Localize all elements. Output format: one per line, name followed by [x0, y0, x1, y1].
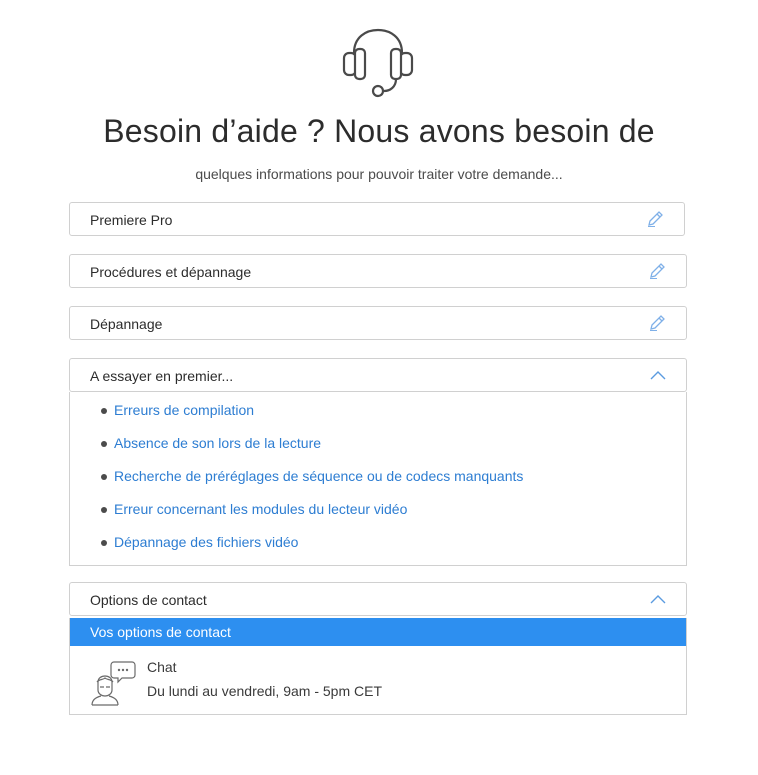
contact-options-bar: Vos options de contact	[70, 618, 686, 646]
page-title: Besoin d’aide ? Nous avons besoin de	[103, 113, 655, 149]
chat-option-hours: Du lundi au vendredi, 9am - 5pm CET	[147, 683, 382, 699]
list-item: Erreur concernant les modules du lecteur…	[101, 501, 407, 521]
bullet	[101, 441, 107, 447]
product-field[interactable]: Premiere Pro	[69, 202, 685, 236]
topic-field[interactable]: Dépannage	[69, 306, 687, 340]
try-first-header[interactable]: A essayer en premier...	[69, 358, 687, 392]
list-item: Erreurs de compilation	[101, 402, 254, 422]
try-first-label: A essayer en premier...	[90, 368, 234, 384]
bullet	[101, 507, 107, 513]
support-page: Besoin d’aide ? Nous avons besoin de que…	[0, 0, 758, 775]
help-link[interactable]: Recherche de préréglages de séquence ou …	[114, 468, 523, 484]
pencil-icon[interactable]	[648, 314, 666, 332]
chat-option-name[interactable]: Chat	[147, 659, 177, 675]
help-link[interactable]: Dépannage des fichiers vidéo	[114, 534, 298, 550]
help-link[interactable]: Erreurs de compilation	[114, 402, 254, 418]
chevron-up-icon[interactable]	[650, 593, 666, 605]
page-subtitle: quelques informations pour pouvoir trait…	[195, 166, 563, 182]
category-field[interactable]: Procédures et dépannage	[69, 254, 687, 288]
list-item: Dépannage des fichiers vidéo	[101, 534, 298, 554]
chevron-up-icon[interactable]	[650, 369, 666, 381]
category-field-value: Procédures et dépannage	[90, 264, 252, 280]
list-item: Recherche de préréglages de séquence ou …	[101, 468, 523, 488]
pencil-icon[interactable]	[646, 210, 664, 228]
help-link[interactable]: Absence de son lors de la lecture	[114, 435, 321, 451]
bullet	[101, 408, 107, 414]
list-item: Absence de son lors de la lecture	[101, 435, 321, 455]
topic-field-value: Dépannage	[90, 316, 163, 332]
headset-icon	[342, 28, 414, 98]
contact-options-panel: Vos options de contact Chat Du lundi au …	[69, 618, 687, 715]
try-first-panel: Erreurs de compilation Absence de son lo…	[69, 392, 687, 566]
contact-options-label: Options de contact	[90, 592, 207, 608]
chat-agent-icon[interactable]	[90, 660, 136, 706]
product-field-value: Premiere Pro	[90, 212, 173, 228]
help-link[interactable]: Erreur concernant les modules du lecteur…	[114, 501, 407, 517]
bullet	[101, 474, 107, 480]
contact-options-header[interactable]: Options de contact	[69, 582, 687, 616]
bullet	[101, 540, 107, 546]
pencil-icon[interactable]	[648, 262, 666, 280]
